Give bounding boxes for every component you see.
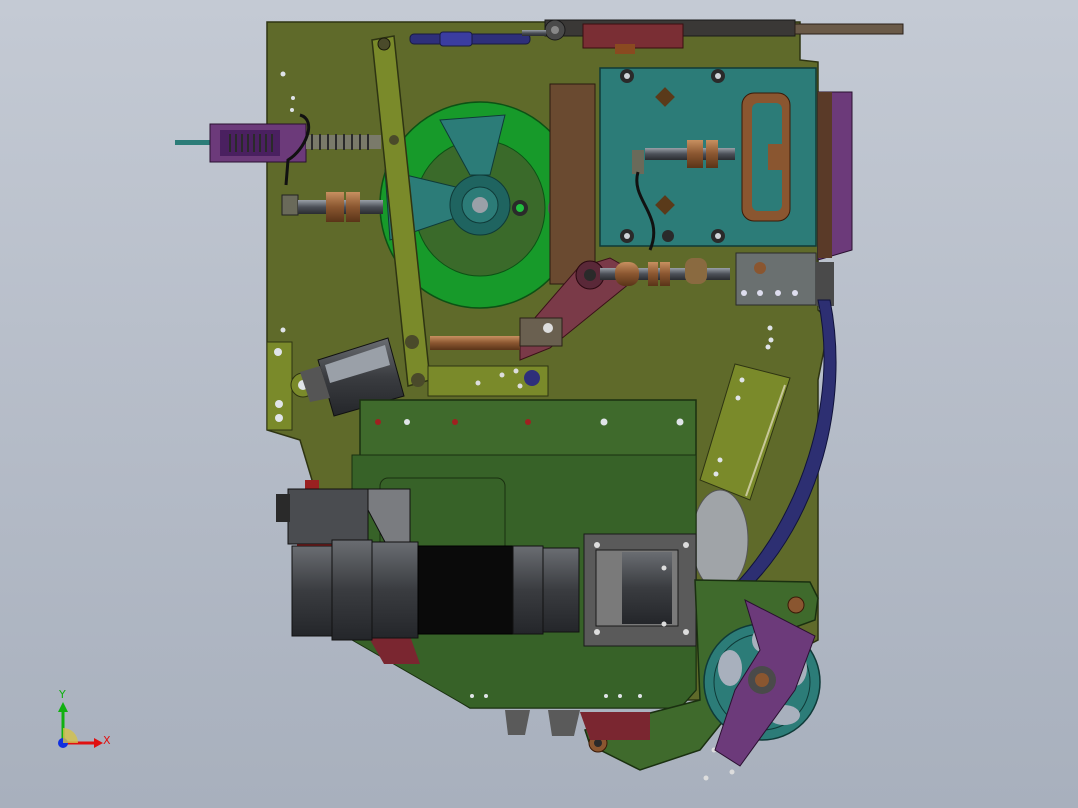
cad-model-viewport[interactable]: Y X [0,0,1078,808]
bottom-fittings [505,710,650,740]
motor-flange-plate [583,533,697,647]
rear-pulley [691,489,749,591]
right-side-plates [817,91,853,261]
coordinate-triad [58,702,103,748]
teal-mount-plate [599,67,817,251]
x-axis-label: X [103,734,111,747]
brown-guide-block [549,83,596,285]
lever-mount [427,365,549,397]
assembly-drawing [58,19,904,781]
y-axis-label: Y [59,688,66,701]
